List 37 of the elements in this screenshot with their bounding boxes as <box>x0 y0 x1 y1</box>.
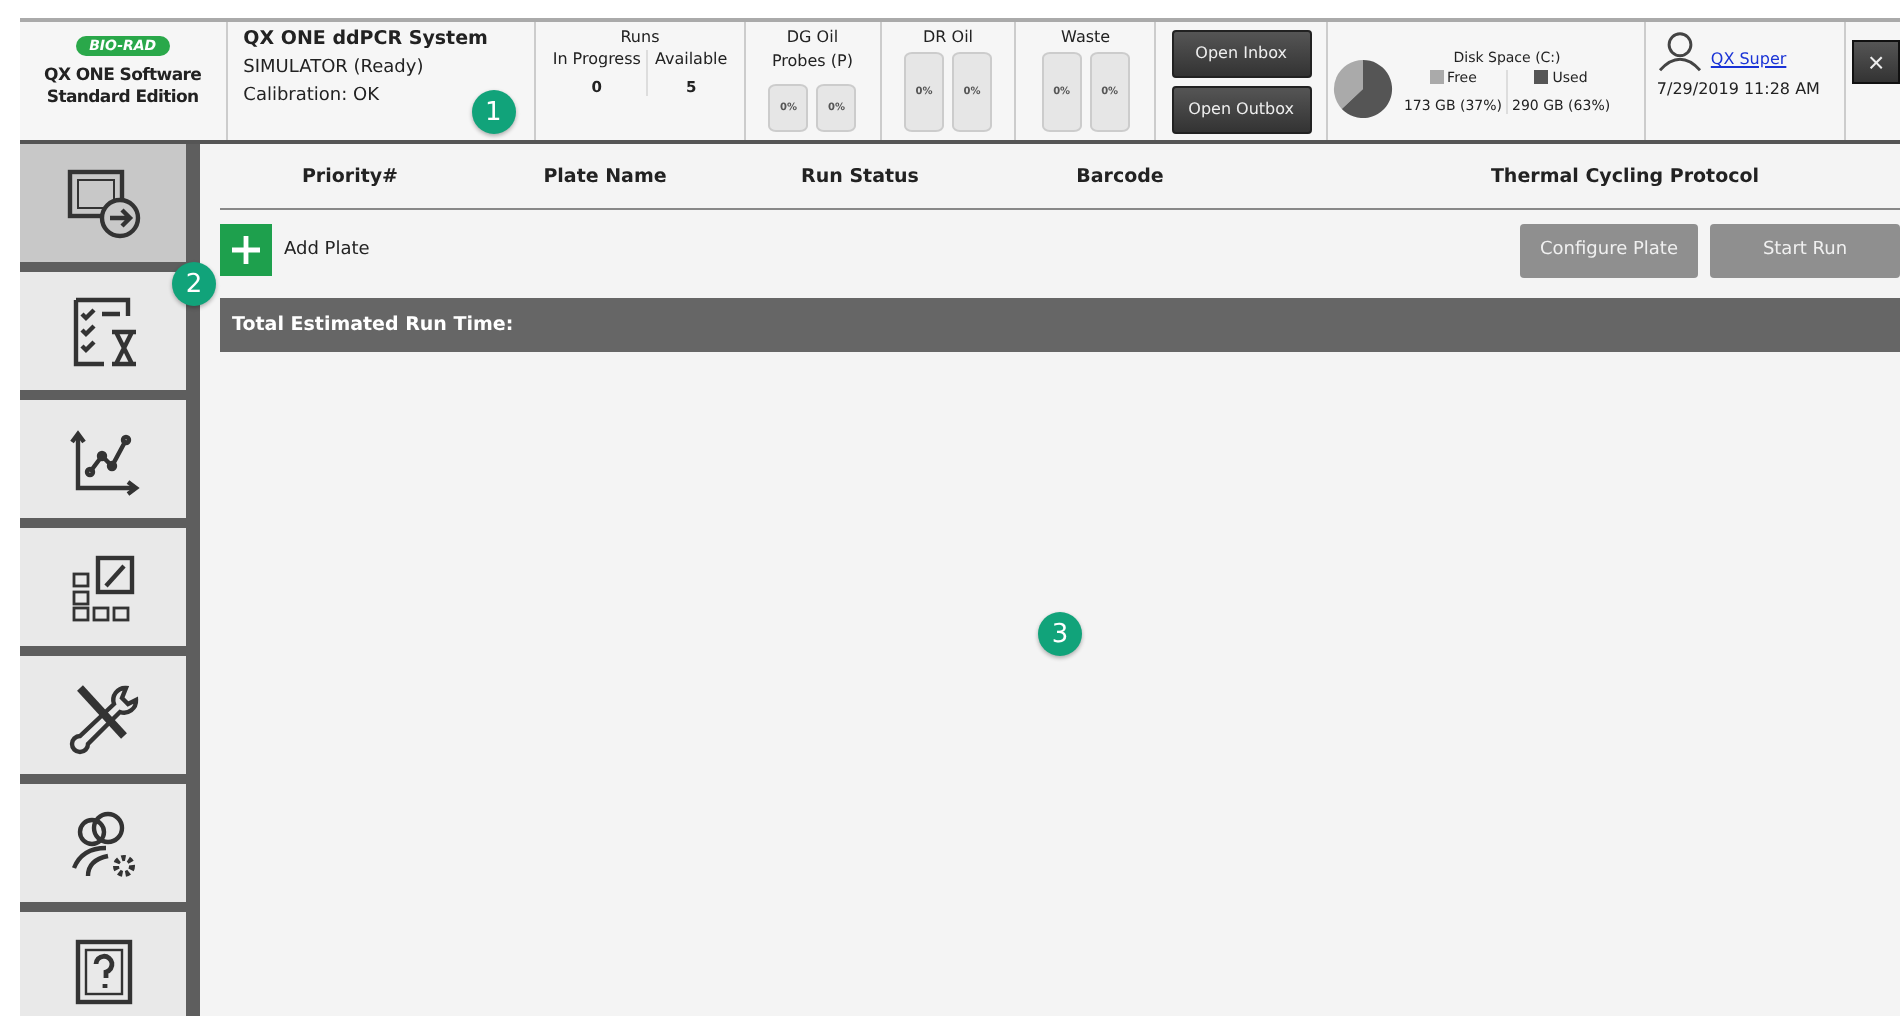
column-header: Plate Name <box>541 165 669 187</box>
calibration-status: Calibration: OK <box>243 86 382 106</box>
app-name: QX ONE Software Standard Edition <box>44 66 202 111</box>
column-header: Barcode <box>1074 165 1166 187</box>
reservoir-title: DR Oil <box>923 28 974 46</box>
callout-badge: 1 <box>471 90 516 134</box>
user-link[interactable]: QX Super <box>1710 50 1787 68</box>
add-plate-icon[interactable] <box>220 224 272 276</box>
runs-label: In Progress <box>552 50 641 68</box>
pie-slice <box>1333 59 1363 109</box>
user-icon <box>1656 32 1705 72</box>
column-header: Run Status <box>799 165 921 187</box>
nav-button[interactable] <box>20 144 186 262</box>
callout-badge: 3 <box>1038 612 1082 656</box>
nav-button[interactable] <box>20 528 186 646</box>
close-button[interactable]: × <box>1852 40 1900 84</box>
nav-button[interactable] <box>20 912 186 1016</box>
total-run-time-bar: Total Estimated Run Time: <box>220 298 1900 352</box>
outbox-button[interactable]: Open Outbox <box>1171 85 1312 133</box>
column-header: Priority# <box>299 165 401 187</box>
pie-slice <box>1341 59 1392 119</box>
nav-button[interactable] <box>20 784 186 902</box>
reservoir-title: DG Oil <box>786 28 839 46</box>
add-plate-label[interactable]: Add Plate <box>284 240 370 260</box>
column-header: Thermal Cycling Protocol <box>1488 165 1762 187</box>
runs-title: Runs <box>618 28 662 46</box>
system-status: SIMULATOR (Ready) <box>243 58 426 78</box>
outbox-button[interactable]: Open Inbox <box>1171 29 1312 77</box>
system-title: QX ONE ddPCR System <box>243 28 490 50</box>
nav-button[interactable] <box>20 656 186 774</box>
nav-button[interactable] <box>20 272 186 390</box>
reservoir-subtitle: Probes (P) <box>771 52 853 70</box>
date-time: 7/29/2019 11:28 AM <box>1656 80 1822 98</box>
nav-button[interactable] <box>20 400 186 518</box>
disk-pie-chart <box>1331 58 1394 120</box>
runs-label: Available <box>654 50 728 68</box>
reservoir-title: Waste <box>1061 28 1111 46</box>
